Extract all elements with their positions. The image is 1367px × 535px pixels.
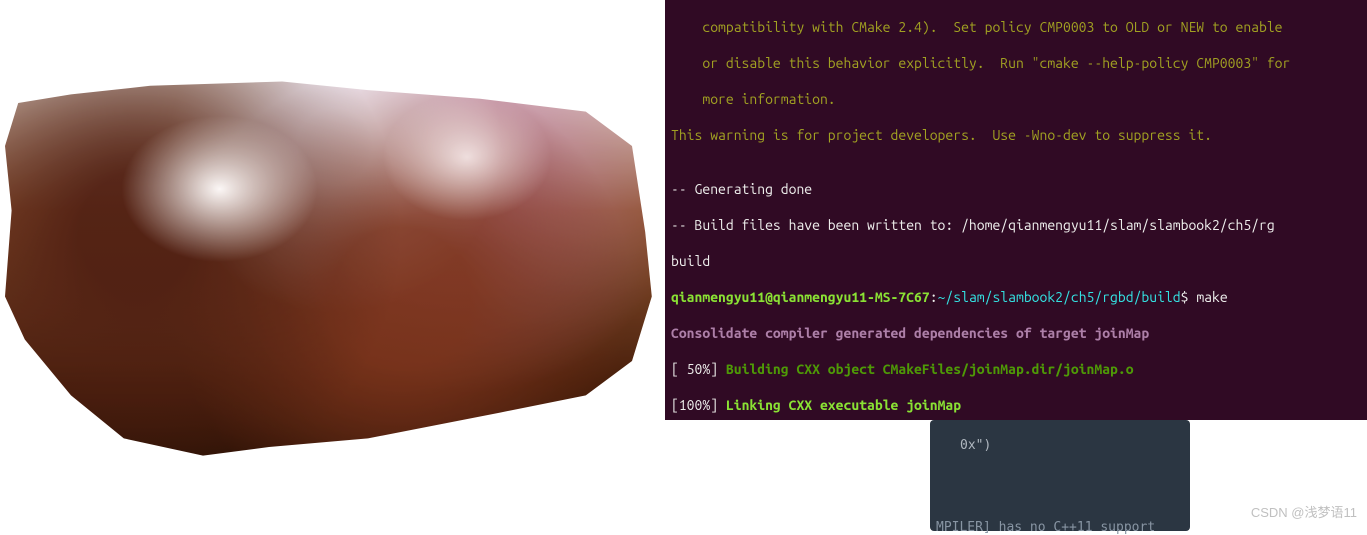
cmake-warning-line: compatibility with CMake 2.4). Set polic…	[671, 18, 1367, 36]
cmake-warning-line: This warning is for project developers. …	[671, 126, 1367, 144]
pointcloud-viewer[interactable]	[0, 0, 665, 531]
command-text: make	[1196, 289, 1227, 305]
cmake-output: build	[671, 252, 1367, 270]
build-output: [ 50%] Building CXX object CMakeFiles/jo…	[671, 360, 1367, 378]
cmake-output: -- Generating done	[671, 180, 1367, 198]
build-output: Consolidate compiler generated dependenc…	[671, 324, 1367, 342]
prompt-user: qianmengyu11@qianmengyu11-MS-7C67	[671, 289, 930, 305]
pointcloud-render	[5, 60, 665, 490]
cmake-output: -- Build files have been written to: /ho…	[671, 216, 1367, 234]
terminal-window[interactable]: compatibility with CMake 2.4). Set polic…	[665, 0, 1367, 420]
cmake-warning-line: more information.	[671, 90, 1367, 108]
build-output: [100%] Linking CXX executable joinMap	[671, 396, 1367, 414]
code-editor-background: 0x") MPILER] has no C++11 support	[930, 420, 1190, 531]
cmake-warning-line: or disable this behavior explicitly. Run…	[671, 54, 1367, 72]
prompt-path: ~/slam/slambook2/ch5/rgbd/build	[938, 289, 1181, 305]
prompt-line: qianmengyu11@qianmengyu11-MS-7C67:~/slam…	[671, 288, 1367, 306]
code-fragment: MPILER] has no C++11 support	[936, 520, 1155, 535]
code-fragment: 0x")	[960, 438, 991, 453]
csdn-watermark: CSDN @浅梦语11	[1251, 502, 1357, 521]
